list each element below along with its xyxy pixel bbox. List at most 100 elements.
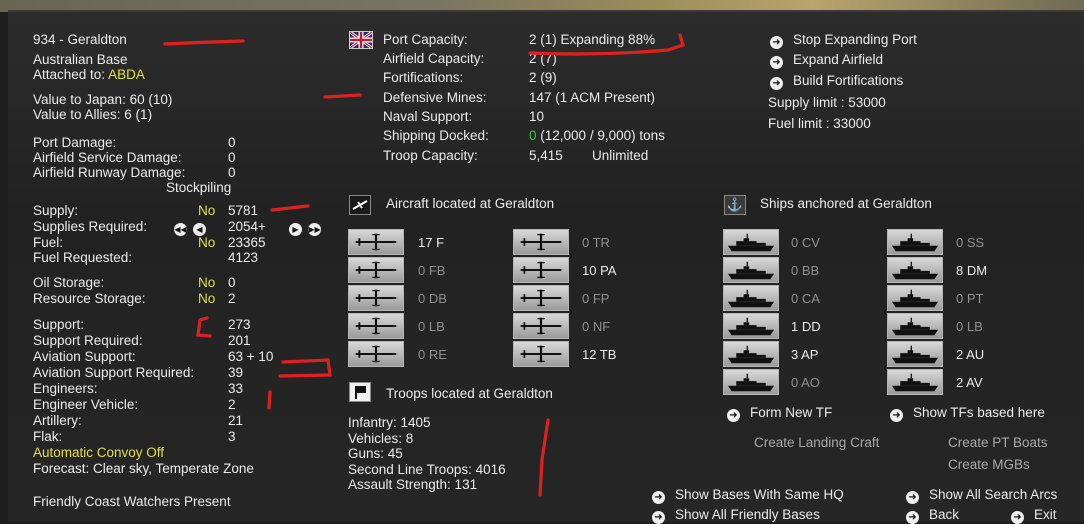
fuel-flag[interactable]: No — [198, 235, 215, 251]
ship-type-icon[interactable] — [887, 257, 943, 283]
arrow-right-icon: ➜ — [770, 36, 783, 49]
airfield-runway-damage-value: 0 — [228, 165, 236, 180]
attached-to: Attached to: ABDA — [33, 67, 145, 83]
aircraft-count: 0 RE — [418, 347, 447, 362]
troops-header: Troops located at Geraldton — [386, 386, 553, 401]
left-column: 934 - Geraldton Australian Base Attached… — [33, 32, 333, 520]
ship-type-icon[interactable] — [723, 285, 779, 311]
attached-value: ABDA — [108, 67, 145, 82]
form-new-tf-label: Form New TF — [750, 405, 833, 420]
port-damage-label: Port Damage: — [33, 135, 117, 150]
ship-count: 0 AO — [791, 375, 820, 390]
troop-capacity-extra: Unlimited — [592, 148, 649, 163]
ship-type-icon[interactable] — [723, 369, 779, 395]
create-mcbs-button[interactable]: Create MGBs — [948, 457, 1030, 472]
increase-fast-icon[interactable]: ▶▶ — [308, 223, 321, 236]
flag-icon — [349, 30, 373, 50]
create-pt-boats-button[interactable]: Create PT Boats — [948, 435, 1048, 450]
ship-type-icon[interactable] — [723, 257, 779, 283]
aircraft-type-icon[interactable] — [348, 285, 404, 311]
coast-watchers: Friendly Coast Watchers Present — [33, 494, 231, 509]
ship-type-icon[interactable] — [887, 285, 943, 311]
forecast: Forecast: Clear sky, Temperate Zone — [33, 461, 254, 476]
ship-type-icon[interactable] — [887, 369, 943, 395]
troops-flag-icon — [349, 382, 371, 402]
aircraft-type-icon[interactable] — [348, 313, 404, 339]
ship-type-icon[interactable] — [887, 229, 943, 255]
ship-type-icon[interactable] — [723, 313, 779, 339]
ship-type-icon[interactable] — [887, 313, 943, 339]
arrow-right-icon: ➜ — [770, 77, 783, 90]
fortifications-label: Fortifications: — [383, 70, 464, 85]
defensive-mines-label: Defensive Mines: — [383, 90, 487, 105]
fuel-label: Fuel: — [33, 235, 64, 250]
aircraft-type-icon[interactable] — [348, 229, 404, 255]
oil-storage-value: 0 — [228, 275, 236, 290]
port-info: Port Capacity: 2 (1) Expanding 88% Airfi… — [383, 32, 783, 172]
build-fortifications-button[interactable]: ➜ Build Fortifications — [770, 73, 903, 90]
aviation-support-value: 63 + 10 — [228, 349, 274, 364]
oil-storage-flag[interactable]: No — [198, 275, 215, 291]
aircraft-type-icon[interactable] — [513, 229, 569, 255]
aircraft-type-icon[interactable] — [513, 313, 569, 339]
decrease-fast-icon[interactable]: ◀◀ — [174, 223, 187, 236]
stop-expanding-port-button[interactable]: ➜ Stop Expanding Port — [770, 32, 917, 49]
ship-type-icon[interactable] — [723, 341, 779, 367]
aircraft-count: 0 FP — [582, 291, 610, 306]
fortifications-value: 2 (9) — [529, 70, 557, 85]
arrow-right-icon: ➜ — [652, 511, 665, 524]
supply-value: 5781 — [228, 203, 259, 218]
ship-type-icon[interactable] — [887, 341, 943, 367]
fuel-requested-label: Fuel Requested: — [33, 250, 133, 265]
show-bases-same-hq-button[interactable]: ➜ Show Bases With Same HQ — [652, 487, 844, 504]
show-all-search-arcs-label: Show All Search Arcs — [929, 487, 1058, 502]
aircraft-type-icon[interactable] — [348, 341, 404, 367]
arrow-right-icon: ➜ — [770, 56, 783, 69]
ship-count: 1 DD — [791, 319, 821, 334]
resource-storage-flag[interactable]: No — [198, 291, 215, 307]
airfield-service-damage-value: 0 — [228, 150, 236, 165]
increase-icon[interactable]: ▶ — [289, 223, 302, 236]
aircraft-count: 0 FB — [418, 263, 446, 278]
supply-limit: Supply limit : 53000 — [768, 95, 886, 110]
aircraft-type-icon[interactable] — [513, 257, 569, 283]
troops-second-line: Second Line Troops: 4016 — [348, 461, 506, 477]
show-tfs-button[interactable]: ➜ Show TFs based here — [890, 405, 1045, 422]
ships-header: Ships anchored at Geraldton — [760, 196, 932, 211]
exit-button[interactable]: ➜ Exit — [1011, 507, 1057, 524]
ship-count: 8 DM — [956, 263, 988, 278]
shipping-docked-tons: (12,000 / 9,000) tons — [540, 128, 665, 143]
aircraft-count: 17 F — [418, 235, 445, 250]
aircraft-type-icon[interactable] — [513, 341, 569, 367]
aviation-support-label: Aviation Support: — [33, 349, 136, 364]
troop-capacity-label: Troop Capacity: — [383, 148, 478, 163]
supplies-required-value: 2054+ — [228, 219, 266, 234]
troops-vehicles: Vehicles: 8 — [348, 430, 414, 446]
troops-guns: Guns: 45 — [348, 446, 403, 461]
ship-type-icon[interactable] — [723, 229, 779, 255]
fuel-value: 23365 — [228, 235, 266, 250]
show-all-search-arcs-button[interactable]: ➜ Show All Search Arcs — [906, 487, 1057, 504]
form-new-tf-button[interactable]: ➜ Form New TF — [727, 405, 832, 422]
aircraft-type-icon[interactable] — [348, 257, 404, 283]
automatic-convoy-toggle[interactable]: Automatic Convoy Off — [33, 445, 164, 461]
defensive-mines-value: 147 (1 ACM Present) — [529, 90, 656, 105]
support-required-label: Support Required: — [33, 333, 143, 348]
expand-airfield-button[interactable]: ➜ Expand Airfield — [770, 52, 883, 69]
troops-assault-strength: Assault Strength: 131 — [348, 477, 478, 492]
aircraft-type-icon[interactable] — [513, 285, 569, 311]
arrow-right-icon: ➜ — [890, 409, 903, 422]
port-capacity-value: 2 (1) Expanding 88% — [529, 32, 656, 47]
troop-capacity-value: 5,415 — [529, 148, 563, 163]
show-all-friendly-bases-button[interactable]: ➜ Show All Friendly Bases — [652, 507, 820, 524]
aircraft-icon — [349, 195, 371, 215]
shipping-docked-count: 0 — [529, 128, 537, 143]
back-button[interactable]: ➜ Back — [906, 507, 959, 524]
aircraft-count: 0 TR — [582, 235, 610, 250]
supply-flag[interactable]: No — [198, 203, 215, 219]
arrow-right-icon: ➜ — [727, 409, 740, 422]
create-landing-craft-button[interactable]: Create Landing Craft — [754, 435, 879, 450]
stop-expanding-port-label: Stop Expanding Port — [793, 32, 917, 47]
shipping-docked-value: 0 (12,000 / 9,000) tons — [529, 128, 665, 144]
ship-count: 0 LB — [956, 319, 983, 334]
